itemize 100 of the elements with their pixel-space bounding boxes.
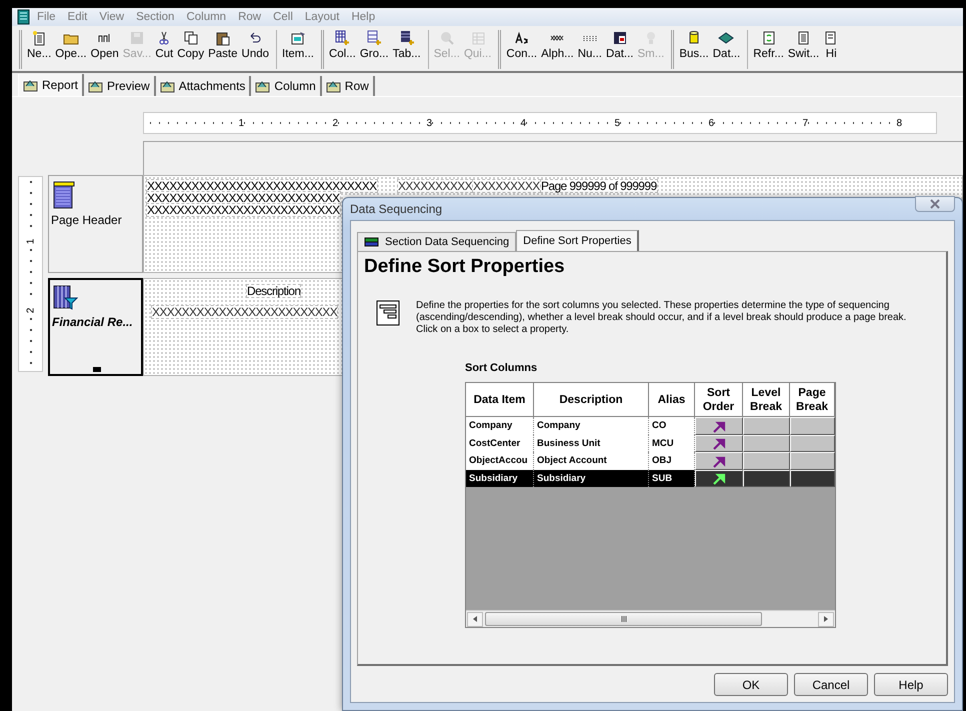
toolbar-button[interactable]: Item... <box>280 30 316 69</box>
section-label[interactable]: Page Header <box>48 175 143 273</box>
table-cell: Business Unit <box>534 434 649 452</box>
ruler-number: 1 <box>238 118 244 128</box>
new-document-icon <box>31 30 48 46</box>
column-header[interactable]: Alias <box>649 383 695 417</box>
column-header[interactable]: Page Break <box>790 383 835 417</box>
sort-order-cell[interactable] <box>695 434 743 452</box>
ruler-number: 8 <box>896 118 902 128</box>
column-header[interactable]: Sort Order <box>695 383 743 417</box>
report-field[interactable]: XXXXXXXXXXXXXXXXXXXXXXXXX <box>151 305 338 319</box>
dialog-tab[interactable]: Define Sort Properties <box>516 230 640 251</box>
scroll-right-button[interactable] <box>818 612 834 626</box>
view-tab[interactable]: Report <box>18 74 84 96</box>
sort-order-cell[interactable] <box>695 417 743 434</box>
toolbar-button[interactable]: Nu... <box>576 30 604 69</box>
level-break-cell[interactable] <box>743 434 790 452</box>
column-heading[interactable]: Description <box>246 284 302 298</box>
toolbar-button[interactable]: Paste <box>206 30 240 69</box>
copy-icon <box>182 30 199 46</box>
menu-item[interactable]: Column <box>180 11 232 23</box>
page-break-cell[interactable] <box>790 452 835 470</box>
toolbar-button[interactable]: Swit... <box>786 30 822 69</box>
grid-icon <box>470 30 486 46</box>
toolbar-button[interactable]: Hi <box>821 30 842 69</box>
report-icon <box>326 78 341 94</box>
menu-item[interactable]: View <box>93 11 130 23</box>
dialog-button[interactable]: OK <box>714 673 788 696</box>
toolbar-button[interactable]: Cut <box>153 30 176 69</box>
ruler-number: 4 <box>520 118 526 128</box>
resize-handle[interactable] <box>93 367 101 372</box>
table-cell: Object Account <box>534 452 649 470</box>
column-header[interactable]: Level Break <box>743 383 790 417</box>
toolbar-button[interactable]: Ope... <box>53 30 89 69</box>
instructions-text: Define the properties for the sort columns you selected. These properties determine the type of sequencing (ascending/descending), whether a level break should occur, and if a level break should produce a page break. Click on a box to select a property. <box>416 300 908 336</box>
sort-arrow-icon <box>711 471 727 486</box>
ruler-number: 1 <box>25 239 36 245</box>
report-field[interactable]: XXXXXXXXXXXXXXXXXXXXXXXXXX <box>146 203 341 217</box>
column-header[interactable]: Data Item <box>466 383 534 417</box>
toolbar-button[interactable]: Dat... <box>710 30 742 69</box>
app-icon <box>16 9 31 25</box>
calendar-icon <box>612 30 628 46</box>
table-cell: CO <box>649 417 695 434</box>
sort-order-cell[interactable] <box>695 452 743 470</box>
dialog-tab[interactable]: Section Data Sequencing <box>357 232 516 251</box>
page-break-cell[interactable] <box>790 470 835 487</box>
form-icon <box>290 30 306 46</box>
horizontal-scrollbar[interactable] <box>466 610 835 627</box>
scroll-left-button[interactable] <box>467 612 483 626</box>
toolbar-button[interactable]: Bus... <box>677 30 711 69</box>
report-field[interactable]: Page 999999 of 999999 <box>540 179 658 193</box>
toolbar-button[interactable]: Con... <box>504 30 540 69</box>
close-button[interactable] <box>915 196 955 212</box>
menu-item[interactable]: File <box>31 11 62 23</box>
toolbar-button[interactable]: Refr... <box>751 30 786 69</box>
ruler-number: 5 <box>614 118 620 128</box>
report-field[interactable]: XXXXXXXXXX <box>397 179 474 193</box>
menu-item[interactable]: Row <box>232 11 268 23</box>
table-cell: Subsidiary <box>466 470 534 487</box>
section-label[interactable]: Financial Re... <box>48 278 143 376</box>
table-cell: Company <box>466 417 534 434</box>
column-header[interactable]: Description <box>534 383 649 417</box>
section-name: Financial Re... <box>52 315 134 329</box>
report-icon <box>255 78 270 94</box>
toolbar-button[interactable]: Col... <box>326 30 358 69</box>
menu-item[interactable]: Cell <box>267 11 299 23</box>
dialog-title: Data Sequencing <box>350 202 442 216</box>
dialog-button[interactable]: Help <box>874 673 948 696</box>
table-filter-icon <box>52 284 78 312</box>
close-icon <box>929 198 941 210</box>
level-break-cell[interactable] <box>743 452 790 470</box>
page-break-cell[interactable] <box>790 417 835 434</box>
dialog-button[interactable]: Cancel <box>794 673 868 696</box>
sort-order-cell[interactable] <box>695 470 743 487</box>
table-cell: OBJ <box>649 452 695 470</box>
scrollbar-thumb[interactable] <box>485 612 762 626</box>
table-cell: Company <box>534 417 649 434</box>
toolbar-button[interactable]: Tab... <box>390 30 423 69</box>
page-heading: Define Sort Properties <box>364 256 566 278</box>
toolbar-button[interactable]: Dat... <box>604 30 636 69</box>
menu-item[interactable]: Layout <box>298 11 346 23</box>
right-arrow-icon <box>823 615 829 623</box>
toolbar-button[interactable]: Open <box>88 30 121 69</box>
ruler-number: 3 <box>426 118 432 128</box>
toolbar-button[interactable]: Ne... <box>25 30 54 69</box>
toolbar-button[interactable]: Gro... <box>358 30 391 69</box>
menu-item[interactable]: Help <box>345 11 382 23</box>
toolbar-button[interactable]: Undo <box>240 30 272 69</box>
table-cell: SUB <box>649 470 695 487</box>
level-break-cell[interactable] <box>743 470 790 487</box>
stack-icon <box>364 237 379 247</box>
menu-item[interactable]: Edit <box>62 11 94 23</box>
report-field[interactable]: XXXXXXXXX <box>472 179 541 193</box>
level-break-cell[interactable] <box>743 417 790 434</box>
grid-plus-icon <box>366 30 382 46</box>
page-break-cell[interactable] <box>790 434 835 452</box>
table-cell: Subsidiary <box>534 470 649 487</box>
menu-item[interactable]: Section <box>130 11 180 23</box>
toolbar-button[interactable]: Copy <box>175 30 206 69</box>
toolbar-button[interactable]: Alph... <box>539 30 576 69</box>
